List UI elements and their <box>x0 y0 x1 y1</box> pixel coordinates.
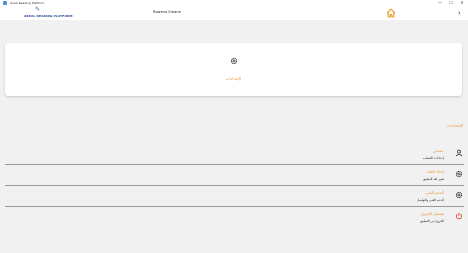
row-subtitle: الدعم الفني والتواصل <box>417 198 444 202</box>
user-icon <box>455 149 463 157</box>
brand-text: AREAL READING PLATFORM <box>24 14 73 18</box>
row-subtitle: الخروج من التطبيق <box>420 219 444 223</box>
settings-row-support[interactable]: الدعم الفني الدعم الفني والتواصل <box>5 186 464 206</box>
settings-row-account[interactable]: حسابي إعدادات الحساب <box>5 144 464 164</box>
settings-row-language[interactable]: إعداد اللغة تغيير لغة التطبيق <box>5 165 464 185</box>
gear-icon <box>455 191 463 199</box>
row-title: تسجيل الخروج <box>420 211 444 216</box>
row-subtitle: إعدادات الحساب <box>422 156 444 160</box>
app-header: ✎ AREAL READING PLATFORM Rowena Smane › <box>0 6 468 20</box>
settings-card: الإعدادات <box>5 43 462 96</box>
row-title: حسابي <box>432 148 444 153</box>
settings-card-label: الإعدادات <box>225 76 242 81</box>
row-subtitle: تغيير لغة التطبيق <box>422 177 444 181</box>
pen-icon: ✎ <box>35 6 41 13</box>
settings-row-logout[interactable]: تسجيل الخروج الخروج من التطبيق <box>5 207 464 227</box>
row-title: إعداد اللغة <box>427 169 444 174</box>
gear-icon <box>455 170 463 178</box>
gear-icon <box>230 57 238 65</box>
row-title: الدعم الفني <box>425 190 444 195</box>
power-icon <box>456 212 462 220</box>
user-name: Rowena Smane <box>153 10 181 14</box>
back-chevron-icon[interactable]: › <box>458 9 464 17</box>
app-logo[interactable]: ✎ AREAL READING PLATFORM <box>24 6 73 19</box>
row-divider <box>5 163 464 164</box>
app-window-icon <box>3 1 7 5</box>
section-title: الإعدادات <box>446 123 463 128</box>
row-divider <box>5 205 464 206</box>
home-icon[interactable] <box>386 8 396 18</box>
row-divider <box>5 184 464 185</box>
